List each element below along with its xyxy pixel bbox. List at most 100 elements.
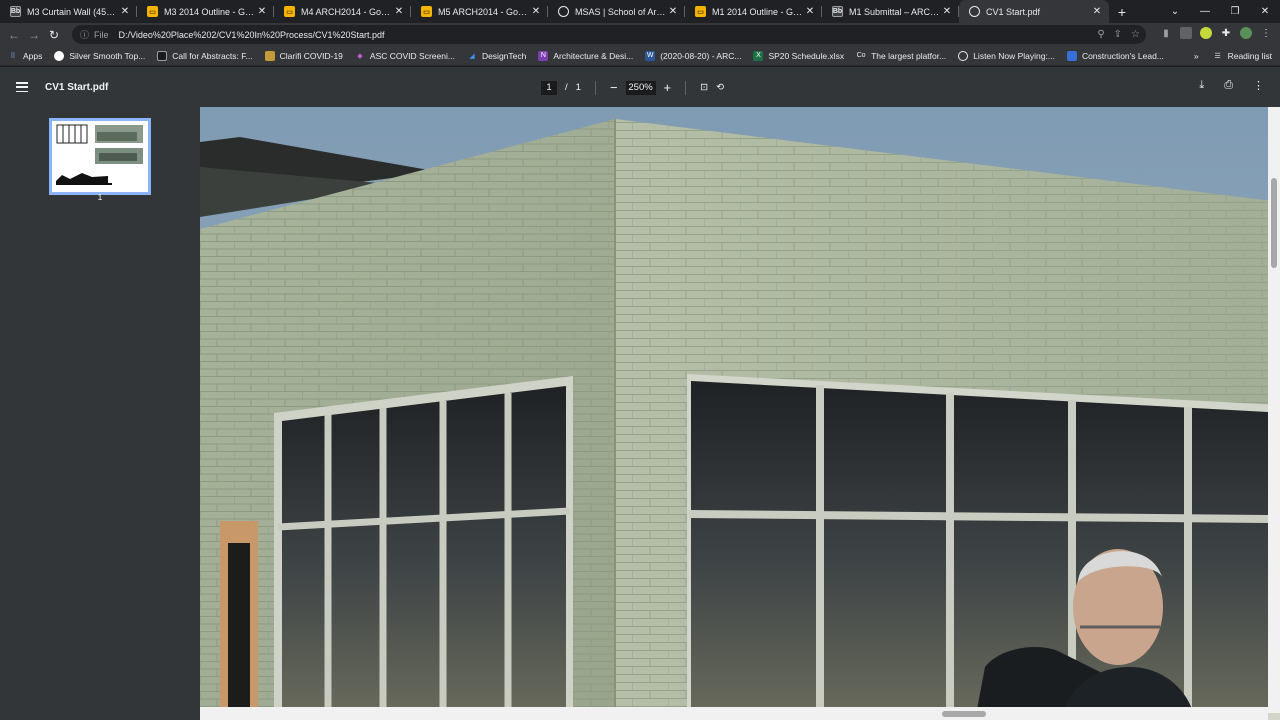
tab-title: M4 ARCH2014 - Google S <box>301 6 393 17</box>
browser-tab-0[interactable]: Bb M3 Curtain Wall (45min) - ✕ <box>0 0 137 23</box>
tab-title: M5 ARCH2014 - Google S <box>438 6 530 17</box>
thumbnail-preview <box>52 121 148 192</box>
close-icon[interactable]: ✕ <box>119 6 131 17</box>
tab-title: CV1 Start.pdf <box>986 6 1041 17</box>
browser-toolbar: ← → ↻ ⓘ File D:/Video%20Place%202/CV1%20… <box>0 23 1280 46</box>
onenote-icon: N <box>538 50 549 61</box>
browser-tab-5[interactable]: ▭ M1 2014 Outline - Google ✕ <box>685 0 822 23</box>
excel-icon: X <box>753 50 764 61</box>
bookmark-4[interactable]: ◆ ASC COVID Screeni... <box>355 51 455 61</box>
close-icon[interactable]: ✕ <box>1091 6 1103 17</box>
extension-icon-3[interactable] <box>1200 27 1212 39</box>
close-icon[interactable]: ✕ <box>393 6 405 17</box>
close-icon[interactable]: ✕ <box>256 6 268 17</box>
pdf-viewer[interactable] <box>200 107 1280 720</box>
browser-tab-6[interactable]: Bb M1 Submittal – ARCH_20 ✕ <box>822 0 959 23</box>
tab-title: M1 Submittal – ARCH_20 <box>849 6 941 17</box>
blackboard-icon: Bb <box>832 6 843 17</box>
scrollbar-thumb[interactable] <box>1271 178 1277 268</box>
horizontal-scrollbar[interactable] <box>200 707 1268 720</box>
diamond-icon: ◆ <box>357 52 363 60</box>
bookmark-8[interactable]: X SP20 Schedule.xlsx <box>753 50 844 61</box>
slides-icon: ▭ <box>147 6 158 17</box>
circle-icon <box>54 50 65 61</box>
browser-tab-3[interactable]: ▭ M5 ARCH2014 - Google S ✕ <box>411 0 548 23</box>
globe-icon <box>558 6 569 17</box>
zoom-in-icon[interactable]: + <box>664 80 672 95</box>
slides-icon: ▭ <box>421 6 432 17</box>
total-pages: 1 <box>575 82 581 93</box>
bookmark-star-icon[interactable]: ☆ <box>1131 29 1140 40</box>
co-icon: Co <box>856 52 866 59</box>
divider <box>685 80 687 95</box>
more-menu-icon[interactable]: ⋮ <box>1260 27 1272 39</box>
tab-strip: Bb M3 Curtain Wall (45min) - ✕ ▭ M3 2014… <box>0 0 1280 23</box>
bookmark-1[interactable]: Silver Smooth Top... <box>54 50 145 61</box>
window-close-icon[interactable]: ✕ <box>1250 0 1280 23</box>
bookmark-5[interactable]: ◢ DesignTech <box>467 51 526 61</box>
browser-tab-2[interactable]: ▭ M4 ARCH2014 - Google S ✕ <box>274 0 411 23</box>
close-icon[interactable]: ✕ <box>804 6 816 17</box>
extension-icon-2[interactable] <box>1180 27 1192 39</box>
tab-search-icon[interactable]: ⌄ <box>1160 0 1190 23</box>
new-tab-button[interactable]: + <box>1109 0 1135 23</box>
profile-avatar[interactable] <box>1240 27 1252 39</box>
address-bar[interactable]: ⓘ File D:/Video%20Place%202/CV1%20In%20P… <box>72 25 1146 44</box>
browser-tab-active[interactable]: CV1 Start.pdf ✕ <box>959 0 1109 23</box>
menu-icon[interactable] <box>16 80 28 94</box>
bookmark-11[interactable]: Construction's Lead... <box>1066 50 1164 61</box>
url-text[interactable]: D:/Video%20Place%202/CV1%20In%20Process/… <box>119 30 385 40</box>
extensions-puzzle-icon[interactable]: ✚ <box>1220 27 1232 39</box>
vertical-scrollbar[interactable] <box>1268 107 1280 713</box>
zoom-out-icon[interactable]: − <box>610 80 618 95</box>
bookmark-6[interactable]: N Architecture & Desi... <box>538 50 633 61</box>
download-icon[interactable]: ⤓ <box>1199 79 1204 92</box>
browser-tab-1[interactable]: ▭ M3 2014 Outline - Google ✕ <box>137 0 274 23</box>
fit-page-icon[interactable]: ⊡ <box>700 82 708 93</box>
bookmark-3[interactable]: Clarifi COVID-19 <box>264 50 343 61</box>
slides-icon: ▭ <box>695 6 706 17</box>
scrollbar-thumb[interactable] <box>942 711 986 717</box>
blackboard-icon: Bb <box>10 6 21 17</box>
extension-icon-1[interactable]: ▮ <box>1160 27 1172 39</box>
triangle-icon: ◢ <box>469 52 475 60</box>
share-icon[interactable]: ⇪ <box>1114 29 1122 40</box>
globe-icon <box>958 50 969 61</box>
tab-title: M3 Curtain Wall (45min) - <box>27 6 119 17</box>
zoom-level-input[interactable]: 250% <box>625 80 656 95</box>
page-number-input[interactable]: 1 <box>541 80 557 95</box>
tab-title: MSAS | School of Architec <box>575 6 667 17</box>
close-icon[interactable]: ✕ <box>941 6 953 17</box>
reload-icon[interactable]: ↻ <box>44 28 64 42</box>
info-icon[interactable]: ⓘ <box>80 28 89 41</box>
bookmark-apps[interactable]: ⠿ Apps <box>8 51 42 61</box>
rotate-icon[interactable]: ⟲ <box>716 82 724 93</box>
browser-tab-4[interactable]: MSAS | School of Architec ✕ <box>548 0 685 23</box>
page-controls: 1 / 1 − 250% + ⊡ ⟲ <box>541 80 724 95</box>
close-icon[interactable]: ✕ <box>530 6 542 17</box>
reading-list-button[interactable]: ☰ Reading list <box>1213 51 1272 61</box>
bookmark-7[interactable]: W (2020-08-20) - ARC... <box>645 50 741 61</box>
page-icon <box>264 50 275 61</box>
zoom-icon[interactable]: ⚲ <box>1097 29 1104 40</box>
apps-grid-icon: ⠿ <box>10 52 16 60</box>
pdf-toolbar: CV1 Start.pdf 1 / 1 − 250% + ⊡ ⟲ ⤓ ⎙ ⋮ <box>0 67 1280 107</box>
page-icon <box>157 50 168 61</box>
forward-icon[interactable]: → <box>24 28 44 42</box>
window-controls: ⌄ — ❐ ✕ <box>1160 0 1280 23</box>
document-title: CV1 Start.pdf <box>45 81 109 93</box>
page-separator: / <box>565 82 568 93</box>
restore-icon[interactable]: ❐ <box>1220 0 1250 23</box>
bookmark-9[interactable]: Co The largest platfor... <box>856 51 947 61</box>
globe-icon <box>969 6 980 17</box>
minimize-icon[interactable]: — <box>1190 0 1220 23</box>
page-thumbnail[interactable] <box>49 118 151 195</box>
more-bookmarks-icon[interactable]: » <box>1194 51 1199 61</box>
bookmark-10[interactable]: Listen Now Playing:... <box>958 50 1055 61</box>
back-icon[interactable]: ← <box>4 28 24 42</box>
close-icon[interactable]: ✕ <box>667 6 679 17</box>
page-icon <box>1066 50 1077 61</box>
more-options-icon[interactable]: ⋮ <box>1253 79 1264 92</box>
print-icon[interactable]: ⎙ <box>1224 79 1233 92</box>
bookmark-2[interactable]: Call for Abstracts: F... <box>157 50 253 61</box>
